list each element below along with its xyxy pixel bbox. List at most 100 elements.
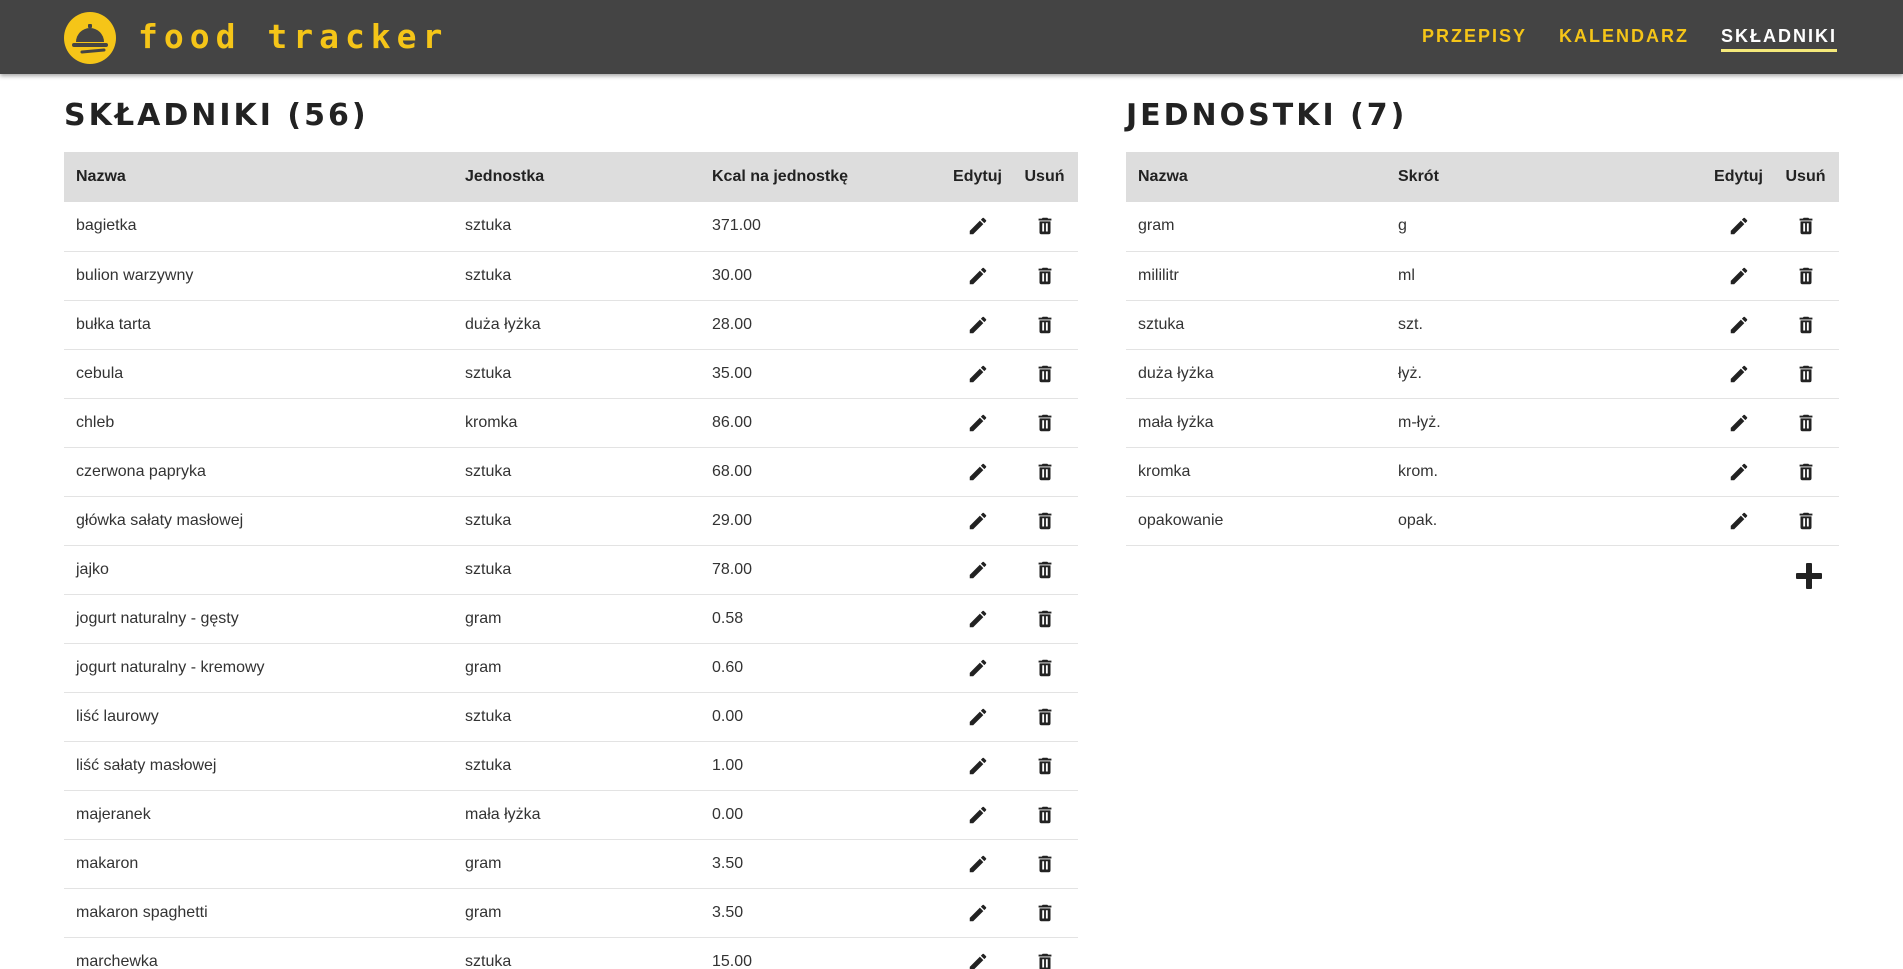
pencil-icon[interactable] — [1728, 215, 1750, 237]
col-header-name[interactable]: Nazwa — [1126, 152, 1386, 202]
trash-icon[interactable] — [1034, 314, 1056, 336]
unit-name: sztuka — [1126, 300, 1386, 350]
ingredient-name: makaron — [64, 839, 453, 889]
ingredient-kcal: 3.50 — [700, 839, 944, 889]
trash-icon[interactable] — [1034, 363, 1056, 385]
pencil-icon[interactable] — [967, 902, 989, 924]
col-header-delete: Usuń — [1011, 152, 1078, 202]
unit-short: łyż. — [1386, 349, 1705, 399]
delete-cell — [1011, 643, 1078, 693]
delete-cell — [1772, 202, 1839, 252]
pencil-icon[interactable] — [1728, 510, 1750, 532]
edit-cell — [944, 594, 1011, 644]
nav-skladniki[interactable]: SKŁADNIKI — [1721, 26, 1837, 52]
edit-cell — [944, 398, 1011, 448]
pencil-icon[interactable] — [1728, 314, 1750, 336]
trash-icon[interactable] — [1034, 951, 1056, 969]
pencil-icon[interactable] — [967, 215, 989, 237]
trash-icon[interactable] — [1034, 608, 1056, 630]
table-row: marchewka sztuka 15.00 — [64, 937, 1078, 969]
pencil-icon[interactable] — [967, 461, 989, 483]
pencil-icon[interactable] — [1728, 363, 1750, 385]
ingredient-unit: sztuka — [453, 741, 700, 791]
delete-cell — [1011, 496, 1078, 546]
pencil-icon[interactable] — [1728, 265, 1750, 287]
table-row: makaron gram 3.50 — [64, 839, 1078, 889]
pencil-icon[interactable] — [967, 314, 989, 336]
ingredients-title: SKŁADNIKI (56) — [64, 98, 369, 133]
edit-cell — [1705, 251, 1772, 301]
pencil-icon[interactable] — [967, 755, 989, 777]
food-tray-logo-icon[interactable] — [64, 12, 116, 64]
pencil-icon[interactable] — [1728, 461, 1750, 483]
col-header-kcal[interactable]: Kcal na jednostkę — [700, 152, 944, 202]
col-header-short[interactable]: Skrót — [1386, 152, 1705, 202]
trash-icon[interactable] — [1034, 706, 1056, 728]
trash-icon[interactable] — [1795, 215, 1817, 237]
nav-kalendarz[interactable]: KALENDARZ — [1559, 26, 1689, 52]
unit-short: m-łyż. — [1386, 398, 1705, 448]
trash-icon[interactable] — [1034, 559, 1056, 581]
trash-icon[interactable] — [1795, 314, 1817, 336]
pencil-icon[interactable] — [967, 951, 989, 969]
table-row: bagietka sztuka 371.00 — [64, 202, 1078, 252]
delete-cell — [1011, 888, 1078, 938]
ingredient-unit: sztuka — [453, 937, 700, 969]
trash-icon[interactable] — [1034, 412, 1056, 434]
unit-name: opakowanie — [1126, 496, 1386, 546]
trash-icon[interactable] — [1034, 902, 1056, 924]
units-title: JEDNOSTKI (7) — [1126, 98, 1408, 133]
ingredient-name: makaron spaghetti — [64, 888, 453, 938]
trash-icon[interactable] — [1795, 461, 1817, 483]
table-row: bułka tarta duża łyżka 28.00 — [64, 300, 1078, 350]
trash-icon[interactable] — [1795, 265, 1817, 287]
unit-name: mała łyżka — [1126, 398, 1386, 448]
edit-cell — [944, 790, 1011, 840]
pencil-icon[interactable] — [967, 559, 989, 581]
pencil-icon[interactable] — [967, 510, 989, 532]
ingredient-kcal: 0.00 — [700, 790, 944, 840]
pencil-icon[interactable] — [967, 706, 989, 728]
table-row: gram g — [1126, 202, 1839, 252]
ingredient-kcal: 30.00 — [700, 251, 944, 301]
pencil-icon[interactable] — [967, 804, 989, 826]
ingredient-unit: sztuka — [453, 251, 700, 301]
trash-icon[interactable] — [1034, 657, 1056, 679]
pencil-icon[interactable] — [967, 853, 989, 875]
ingredient-unit: sztuka — [453, 349, 700, 399]
unit-short: ml — [1386, 251, 1705, 301]
pencil-icon[interactable] — [967, 265, 989, 287]
trash-icon[interactable] — [1795, 510, 1817, 532]
nav-przepisy[interactable]: PRZEPISY — [1422, 26, 1527, 52]
trash-icon[interactable] — [1034, 510, 1056, 532]
trash-icon[interactable] — [1034, 755, 1056, 777]
col-header-edit: Edytuj — [1705, 152, 1772, 202]
table-row: liść sałaty masłowej sztuka 1.00 — [64, 741, 1078, 791]
ingredient-unit: gram — [453, 643, 700, 693]
delete-cell — [1011, 251, 1078, 301]
col-header-name[interactable]: Nazwa — [64, 152, 453, 202]
trash-icon[interactable] — [1034, 461, 1056, 483]
trash-icon[interactable] — [1034, 265, 1056, 287]
pencil-icon[interactable] — [967, 608, 989, 630]
trash-icon[interactable] — [1034, 853, 1056, 875]
unit-short: opak. — [1386, 496, 1705, 546]
ingredient-kcal: 78.00 — [700, 545, 944, 595]
ingredient-kcal: 371.00 — [700, 202, 944, 252]
pencil-icon[interactable] — [967, 412, 989, 434]
edit-cell — [1705, 202, 1772, 252]
pencil-icon[interactable] — [967, 657, 989, 679]
ingredient-name: główka sałaty masłowej — [64, 496, 453, 546]
trash-icon[interactable] — [1034, 215, 1056, 237]
trash-icon[interactable] — [1795, 363, 1817, 385]
pencil-icon[interactable] — [967, 363, 989, 385]
col-header-unit[interactable]: Jednostka — [453, 152, 700, 202]
ingredient-name: cebula — [64, 349, 453, 399]
pencil-icon[interactable] — [1728, 412, 1750, 434]
add-unit-plus-icon[interactable] — [1793, 560, 1825, 592]
brand-name[interactable]: food tracker — [138, 17, 448, 56]
trash-icon[interactable] — [1034, 804, 1056, 826]
ingredient-name: bulion warzywny — [64, 251, 453, 301]
unit-name: mililitr — [1126, 251, 1386, 301]
trash-icon[interactable] — [1795, 412, 1817, 434]
